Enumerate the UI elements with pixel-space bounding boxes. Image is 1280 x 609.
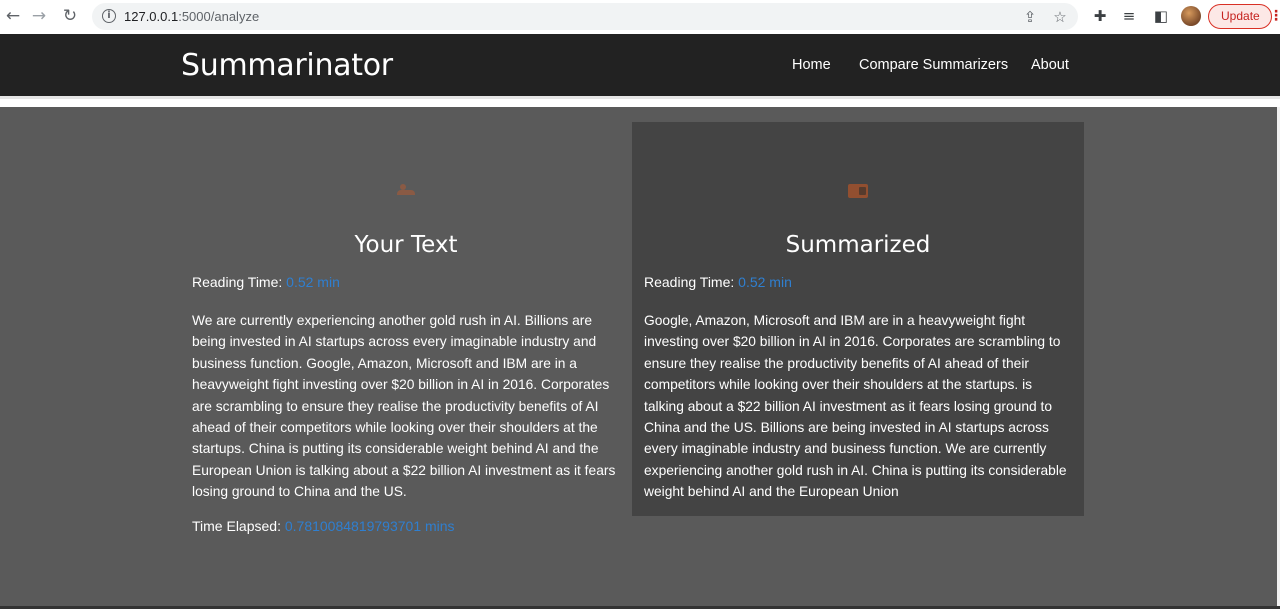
reading-list-icon[interactable]: ≡ bbox=[1118, 5, 1140, 27]
time-elapsed-label: Time Elapsed: bbox=[192, 518, 281, 534]
nav-about-link[interactable]: About bbox=[1031, 57, 1069, 73]
update-button[interactable]: Update bbox=[1208, 4, 1272, 29]
browser-toolbar: ← → ↻ i 127.0.0.1:5000/analyze ⇪ ☆ ✚ ≡ ◧… bbox=[0, 0, 1280, 34]
time-elapsed: Time Elapsed: 0.7810084819793701 mins bbox=[192, 518, 455, 534]
wallet-icon bbox=[632, 184, 1084, 202]
nav-home-link[interactable]: Home bbox=[792, 57, 831, 73]
star-icon[interactable]: ☆ bbox=[1050, 7, 1070, 27]
forward-arrow-icon[interactable]: → bbox=[28, 5, 50, 27]
original-text-panel: Your Text Reading Time: 0.52 min We are … bbox=[180, 122, 632, 542]
info-icon[interactable]: i bbox=[102, 9, 116, 23]
original-title: Your Text bbox=[354, 232, 458, 258]
side-panel-icon[interactable]: ◧ bbox=[1150, 5, 1172, 27]
site-navbar: Summarinator Home Compare Summarizers Ab… bbox=[0, 34, 1280, 96]
reload-icon[interactable]: ↻ bbox=[59, 5, 81, 27]
time-elapsed-value: 0.7810084819793701 mins bbox=[284, 518, 455, 534]
users-icon bbox=[180, 184, 632, 200]
url-host: 127.0.0.1 bbox=[124, 9, 179, 24]
back-arrow-icon[interactable]: ← bbox=[2, 5, 24, 27]
summary-text-body: Google, Amazon, Microsoft and IBM are in… bbox=[644, 313, 1067, 500]
navbar-divider bbox=[0, 96, 1280, 107]
puzzle-icon[interactable]: ✚ bbox=[1089, 5, 1111, 27]
original-reading-time: Reading Time: 0.52 min bbox=[192, 274, 340, 290]
address-bar[interactable]: i 127.0.0.1:5000/analyze ⇪ ☆ bbox=[92, 3, 1078, 30]
url-path: :5000/analyze bbox=[178, 9, 260, 24]
reading-time-value: 0.52 min bbox=[738, 274, 792, 290]
summary-reading-time: Reading Time: 0.52 min bbox=[644, 274, 792, 290]
summary-title: Summarized bbox=[785, 232, 931, 258]
summary-panel: Summarized Reading Time: 0.52 min Google… bbox=[632, 122, 1084, 516]
reading-time-label: Reading Time: bbox=[192, 274, 283, 290]
original-text-body: We are currently experiencing another go… bbox=[192, 313, 616, 500]
share-icon[interactable]: ⇪ bbox=[1020, 7, 1040, 27]
nav-compare-link[interactable]: Compare Summarizers bbox=[859, 57, 1008, 73]
url-text[interactable]: 127.0.0.1:5000/analyze bbox=[124, 9, 259, 24]
reading-time-label: Reading Time: bbox=[644, 274, 735, 290]
brand-logo[interactable]: Summarinator bbox=[181, 48, 393, 83]
kebab-menu-icon[interactable]: ⋮ bbox=[1269, 7, 1280, 27]
profile-avatar[interactable] bbox=[1181, 6, 1201, 26]
reading-time-value: 0.52 min bbox=[286, 274, 340, 290]
